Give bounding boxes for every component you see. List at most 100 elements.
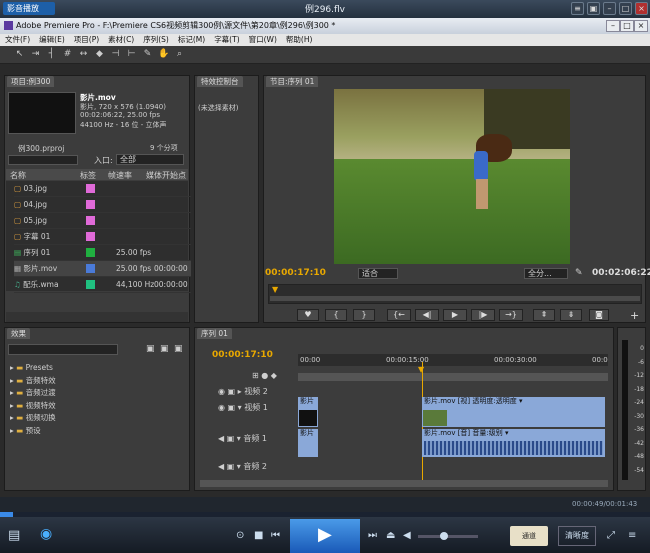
col-start[interactable]: 媒体开始点 — [146, 170, 186, 181]
timeline-scrollbar[interactable] — [200, 480, 608, 487]
yuv-icon[interactable]: ▣ — [174, 344, 183, 354]
list-item[interactable]: ▢ 05.jpg — [14, 213, 191, 229]
export-frame-button[interactable]: ◙ — [589, 309, 609, 321]
folder-icon[interactable]: ▤ — [8, 528, 20, 543]
go-to-out-button[interactable]: →} — [499, 309, 523, 321]
lift-button[interactable]: ⇞ — [533, 309, 555, 321]
slip-tool-icon[interactable]: ⊣ — [110, 49, 121, 60]
volume-slider[interactable] — [418, 535, 478, 538]
accelerated-icon[interactable]: ▣ — [146, 344, 155, 354]
list-item[interactable]: ▢ 04.jpg — [14, 197, 191, 213]
tab-effect-controls[interactable]: 特效控制台 — [197, 76, 243, 87]
list-icon[interactable]: ≡ — [571, 2, 584, 15]
extract-button[interactable]: ⇟ — [560, 309, 582, 321]
resolution-select[interactable]: 全分... — [524, 268, 568, 279]
menu-marker[interactable]: 标记(M) — [178, 34, 205, 46]
32bit-icon[interactable]: ▣ — [160, 344, 169, 354]
menu-title[interactable]: 字幕(T) — [214, 34, 239, 46]
track-select-tool-icon[interactable]: ⇥ — [30, 49, 41, 60]
volume-icon[interactable]: ◀ — [403, 530, 411, 541]
eye-icon[interactable]: ◉ — [40, 526, 52, 542]
hand-tool-icon[interactable]: ✋ — [158, 49, 169, 60]
step-forward-button[interactable]: |▶ — [471, 309, 495, 321]
effects-search-input[interactable] — [8, 344, 118, 355]
eject-icon[interactable]: ⏏ — [386, 530, 395, 541]
tab-program[interactable]: 节目:序列 01 — [266, 76, 319, 87]
tab-sequence[interactable]: 序列 01 — [197, 328, 232, 339]
tab-effects[interactable]: 效果 — [7, 328, 30, 339]
prev-icon[interactable]: ⏮ — [271, 530, 280, 541]
fit-select[interactable]: 适合 — [358, 268, 398, 279]
list-item[interactable]: ▢ 03.jpg — [14, 181, 191, 197]
menu-edit[interactable]: 编辑(E) — [39, 34, 65, 46]
pr-minimize-icon[interactable]: – — [606, 20, 620, 32]
list-item[interactable]: ♫ 配乐.wma 44,100 Hz 00:00:00 — [14, 277, 191, 293]
track-a2[interactable]: ◀ ▣ ▾ 音频 2 — [218, 461, 267, 472]
menu-project[interactable]: 项目(P) — [74, 34, 99, 46]
razor-tool-icon[interactable]: ◆ — [94, 49, 105, 60]
pin-icon[interactable]: ▣ — [587, 2, 600, 15]
work-area-bar[interactable] — [298, 373, 608, 381]
snap-icon[interactable]: ⊞ ● ◆ — [252, 371, 277, 380]
menu-icon[interactable]: ≡ — [628, 530, 636, 541]
audio-clip-short[interactable]: 影片 — [298, 429, 318, 457]
stamp-logo-icon[interactable]: 通道 — [510, 526, 548, 546]
mark-out-button[interactable]: } — [353, 309, 375, 321]
slide-tool-icon[interactable]: ⊢ — [126, 49, 137, 60]
program-current-time[interactable]: 00:00:17:10 — [265, 268, 326, 278]
quality-button[interactable]: 清晰度 — [558, 526, 596, 546]
rolling-edit-tool-icon[interactable]: # — [62, 49, 73, 60]
maximize-icon[interactable]: □ — [619, 2, 632, 15]
effects-folder[interactable]: ▸ ▬ 视频切换 — [10, 412, 56, 425]
pr-close-icon[interactable]: × — [634, 20, 648, 32]
track-v1[interactable]: ◉ ▣ ▾ 视频 1 — [218, 402, 268, 413]
effects-folder[interactable]: ▸ ▬ 预设 — [10, 425, 56, 438]
entry-select[interactable]: 全部 — [116, 154, 184, 165]
volume-knob[interactable] — [440, 532, 448, 540]
col-name[interactable]: 名称 — [10, 170, 26, 181]
list-item[interactable]: ▤ 序列 01 25.00 fps — [14, 245, 191, 261]
pen-tool-icon[interactable]: ✎ — [142, 49, 153, 60]
mark-in-button[interactable]: { — [325, 309, 347, 321]
video-clip-main[interactable]: 影片.mov [视] 透明度:透明度 ▾ — [422, 397, 605, 427]
effects-folder[interactable]: ▸ ▬ 音频特效 — [10, 375, 56, 388]
go-to-in-button[interactable]: {← — [387, 309, 411, 321]
pr-maximize-icon[interactable]: □ — [620, 20, 634, 32]
play-icon[interactable]: ▶ — [318, 524, 332, 545]
play-button[interactable]: ▶ — [443, 309, 467, 321]
fullscreen-icon[interactable]: ⤢ — [607, 530, 615, 541]
timeline-current-time[interactable]: 00:00:17:10 — [212, 350, 273, 360]
menu-help[interactable]: 帮助(H) — [286, 34, 313, 46]
minimize-icon[interactable]: – — [603, 2, 616, 15]
effects-folder[interactable]: ▸ ▬ 音频过渡 — [10, 387, 56, 400]
add-button-icon[interactable]: + — [630, 309, 639, 322]
zoom-bar[interactable] — [270, 296, 640, 301]
timeline-ruler[interactable]: 00:00 00:00:15:00 00:00:30:00 00:00:45:0… — [298, 354, 608, 366]
marker-button[interactable]: ♥ — [297, 309, 319, 321]
stop-square-icon[interactable]: ■ — [254, 530, 263, 541]
program-scrubber[interactable] — [268, 284, 642, 304]
playhead-marker-icon[interactable]: ▼ — [272, 285, 278, 294]
list-item[interactable]: ▢ 字幕 01 — [14, 229, 191, 245]
wrench-icon[interactable]: ✎ — [575, 268, 583, 278]
list-item[interactable]: ▦ 影片.mov 25.00 fps 00:00:00 — [14, 261, 191, 277]
step-back-button[interactable]: ◀| — [415, 309, 439, 321]
effects-folder[interactable]: ▸ ▬ Presets — [10, 362, 56, 375]
tab-project[interactable]: 项目:例300 — [7, 76, 55, 87]
rate-stretch-tool-icon[interactable]: ↔ — [78, 49, 89, 60]
playhead-marker-icon[interactable]: ▼ — [418, 365, 424, 374]
stop-icon[interactable]: ⊙ — [236, 530, 244, 541]
project-search-input[interactable] — [8, 155, 78, 165]
menu-window[interactable]: 窗口(W) — [249, 34, 277, 46]
zoom-tool-icon[interactable]: ⌕ — [174, 49, 185, 60]
selection-tool-icon[interactable]: ↖ — [14, 49, 25, 60]
menu-sequence[interactable]: 序列(S) — [143, 34, 169, 46]
ripple-edit-tool-icon[interactable]: ┤ — [46, 49, 57, 60]
col-fps[interactable]: 帧速率 — [108, 170, 132, 181]
close-icon[interactable]: × — [635, 2, 648, 15]
effects-folder[interactable]: ▸ ▬ 视频特效 — [10, 400, 56, 413]
track-v2[interactable]: ◉ ▣ ▸ 视频 2 — [218, 386, 268, 397]
col-label[interactable]: 标签 — [80, 170, 96, 181]
menu-clip[interactable]: 素材(C) — [108, 34, 134, 46]
track-a1[interactable]: ◀ ▣ ▾ 音频 1 — [218, 433, 267, 444]
